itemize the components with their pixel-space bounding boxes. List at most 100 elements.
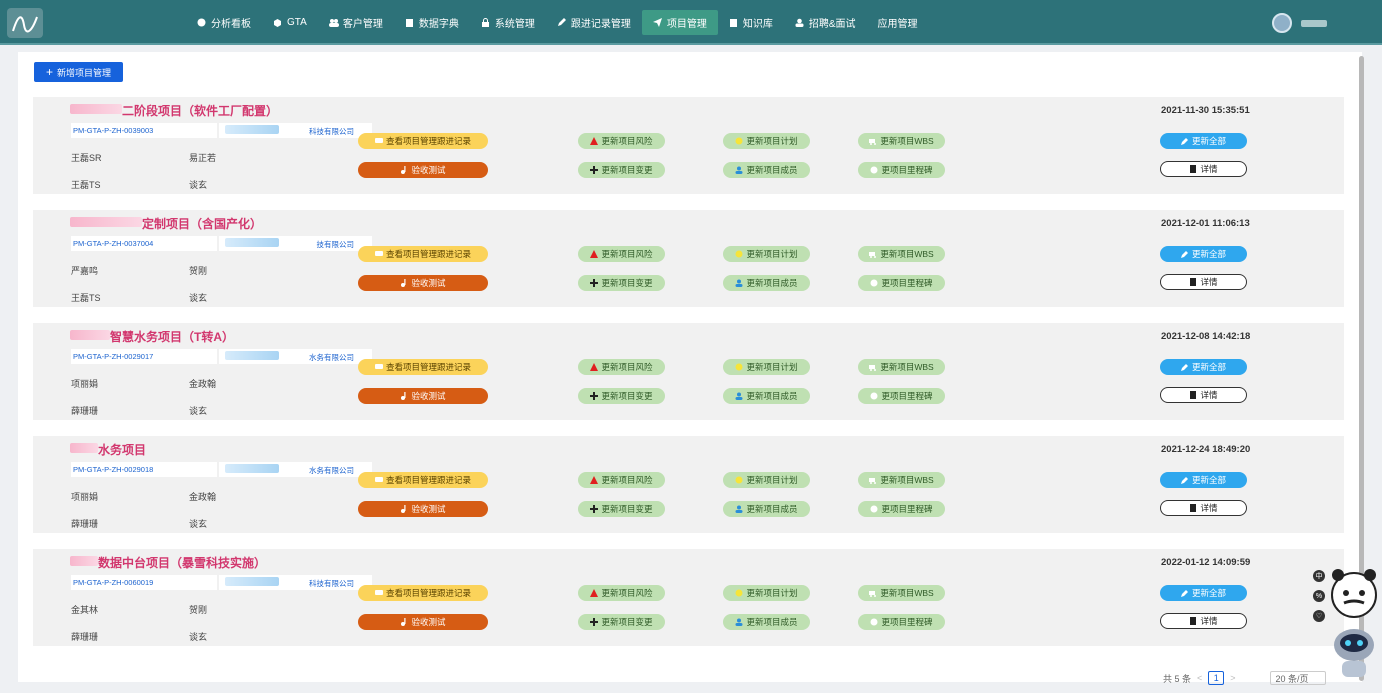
project-title[interactable]: 数据中台项目（暴雪科技实施） [98, 554, 266, 571]
nav-item-8[interactable]: 招聘&面试 [784, 10, 867, 35]
view-followup-label: 查看项目管理跟进记录 [385, 475, 471, 485]
person-field: 金政翰 [189, 492, 217, 502]
details-button[interactable]: 详情 [1160, 387, 1247, 403]
update-risk-button[interactable]: 更新项目风险 [578, 359, 665, 375]
language-button[interactable]: 中 [1313, 570, 1325, 582]
details-button[interactable]: 详情 [1160, 500, 1247, 516]
user-icon [735, 279, 743, 287]
redacted-org [225, 351, 279, 360]
project-timestamp: 2021-12-01 11:06:13 [1161, 218, 1250, 229]
nav-item-7[interactable]: 知识库 [718, 10, 784, 35]
page-number-current[interactable]: 1 [1208, 671, 1225, 685]
app-logo[interactable] [7, 8, 43, 38]
project-code: PM-GTA-P-ZH-0037004 [71, 236, 217, 251]
update-risk-button[interactable]: 更新项目风险 [578, 585, 665, 601]
project-card: 智慧水务项目（T转A） PM-GTA-P-ZH-0029017 水务有限公司 项… [33, 323, 1344, 420]
acceptance-test-button[interactable]: 验收测试 [358, 275, 488, 291]
nav-item-5[interactable]: 跟进记录管理 [546, 10, 642, 35]
person-field: 项丽娟 [71, 492, 99, 502]
update-wbs-button[interactable]: 更新项目WBS [858, 472, 945, 488]
update-members-button[interactable]: 更新项目成员 [723, 275, 810, 291]
next-page-button[interactable]: > [1230, 673, 1235, 683]
project-title[interactable]: 智慧水务项目（T转A） [110, 328, 234, 345]
update-change-button[interactable]: 更新项目变更 [578, 614, 665, 630]
update-change-label: 更新项目变更 [601, 617, 653, 627]
prev-page-button[interactable]: < [1197, 673, 1202, 683]
nav-item-2[interactable]: 客户管理 [318, 10, 394, 35]
project-title[interactable]: 定制项目（含国产化） [142, 215, 262, 232]
user-menu[interactable] [1272, 13, 1327, 33]
update-wbs-button[interactable]: 更新项目WBS [858, 133, 945, 149]
nav-item-0[interactable]: 分析看板 [186, 10, 262, 35]
update-milestone-button[interactable]: 更项目里程碑 [858, 501, 945, 517]
update-plan-button[interactable]: 更新项目计划 [723, 472, 810, 488]
book-icon [1189, 165, 1197, 173]
music-note-icon [400, 392, 408, 400]
update-members-button[interactable]: 更新项目成员 [723, 501, 810, 517]
acceptance-test-button[interactable]: 验收测试 [358, 614, 488, 630]
details-button[interactable]: 详情 [1160, 613, 1247, 629]
update-milestone-label: 更项目里程碑 [881, 504, 933, 514]
update-all-button[interactable]: 更新全部 [1160, 472, 1247, 488]
update-milestone-button[interactable]: 更项目里程碑 [858, 614, 945, 630]
add-project-button[interactable]: + 新增项目管理 [34, 62, 123, 82]
nav-item-6[interactable]: 项目管理 [641, 10, 718, 35]
nav-item-4[interactable]: 系统管理 [470, 10, 546, 35]
update-milestone-button[interactable]: 更项目里程碑 [858, 275, 945, 291]
person-field: 金政翰 [189, 379, 217, 389]
update-change-button[interactable]: 更新项目变更 [578, 275, 665, 291]
update-change-label: 更新项目变更 [601, 165, 653, 175]
avatar[interactable] [1272, 13, 1292, 33]
view-followup-button[interactable]: 查看项目管理跟进记录 [358, 585, 488, 601]
update-members-button[interactable]: 更新项目成员 [723, 614, 810, 630]
assistant-widget[interactable]: 中 % ♡ [1310, 565, 1382, 690]
update-change-button[interactable]: 更新项目变更 [578, 162, 665, 178]
assistant-button-3[interactable]: ♡ [1313, 610, 1325, 622]
view-followup-button[interactable]: 查看项目管理跟进记录 [358, 359, 488, 375]
edit-icon [1180, 137, 1189, 145]
person-field: 谈玄 [189, 519, 208, 529]
view-followup-button[interactable]: 查看项目管理跟进记录 [358, 246, 488, 262]
update-change-button[interactable]: 更新项目变更 [578, 501, 665, 517]
nav-item-9[interactable]: 应用管理 [867, 10, 929, 35]
assistant-button-2[interactable]: % [1313, 590, 1325, 602]
warning-icon [590, 476, 599, 484]
update-risk-button[interactable]: 更新项目风险 [578, 472, 665, 488]
update-all-button[interactable]: 更新全部 [1160, 246, 1247, 262]
update-all-button[interactable]: 更新全部 [1160, 133, 1247, 149]
update-milestone-button[interactable]: 更项目里程碑 [858, 388, 945, 404]
project-title[interactable]: 二阶段项目（软件工厂配置） [122, 102, 278, 119]
update-wbs-button[interactable]: 更新项目WBS [858, 246, 945, 262]
update-risk-button[interactable]: 更新项目风险 [578, 133, 665, 149]
acceptance-test-button[interactable]: 验收测试 [358, 162, 488, 178]
details-button[interactable]: 详情 [1160, 161, 1247, 177]
update-change-button[interactable]: 更新项目变更 [578, 388, 665, 404]
person-field: 谈玄 [189, 293, 208, 303]
update-risk-button[interactable]: 更新项目风险 [578, 246, 665, 262]
update-all-label: 更新全部 [1191, 249, 1226, 259]
update-milestone-button[interactable]: 更项目里程碑 [858, 162, 945, 178]
update-plan-button[interactable]: 更新项目计划 [723, 585, 810, 601]
update-plan-button[interactable]: 更新项目计划 [723, 246, 810, 262]
project-timestamp: 2021-12-24 18:49:20 [1161, 444, 1251, 455]
nav-item-1[interactable]: GTA [262, 10, 318, 35]
acceptance-test-button[interactable]: 验收测试 [358, 501, 488, 517]
update-all-button[interactable]: 更新全部 [1160, 585, 1247, 601]
update-all-button[interactable]: 更新全部 [1160, 359, 1247, 375]
view-followup-button[interactable]: 查看项目管理跟进记录 [358, 133, 488, 149]
update-plan-button[interactable]: 更新项目计划 [723, 133, 810, 149]
update-plan-button[interactable]: 更新项目计划 [723, 359, 810, 375]
update-wbs-button[interactable]: 更新项目WBS [858, 359, 945, 375]
pencil-icon [557, 18, 566, 27]
org-label: 科技有限公司 [309, 127, 354, 136]
view-followup-button[interactable]: 查看项目管理跟进记录 [358, 472, 488, 488]
nav-item-3[interactable]: 数据字典 [394, 10, 470, 35]
update-members-button[interactable]: 更新项目成员 [723, 162, 810, 178]
update-wbs-button[interactable]: 更新项目WBS [858, 585, 945, 601]
acceptance-test-button[interactable]: 验收测试 [358, 388, 488, 404]
update-members-button[interactable]: 更新项目成员 [723, 388, 810, 404]
details-button[interactable]: 详情 [1160, 274, 1247, 290]
project-card: 数据中台项目（暴雪科技实施） PM-GTA-P-ZH-0060019 科技有限公… [33, 549, 1344, 646]
project-title[interactable]: 水务项目 [98, 441, 146, 458]
nav-item-label: 客户管理 [342, 19, 383, 30]
